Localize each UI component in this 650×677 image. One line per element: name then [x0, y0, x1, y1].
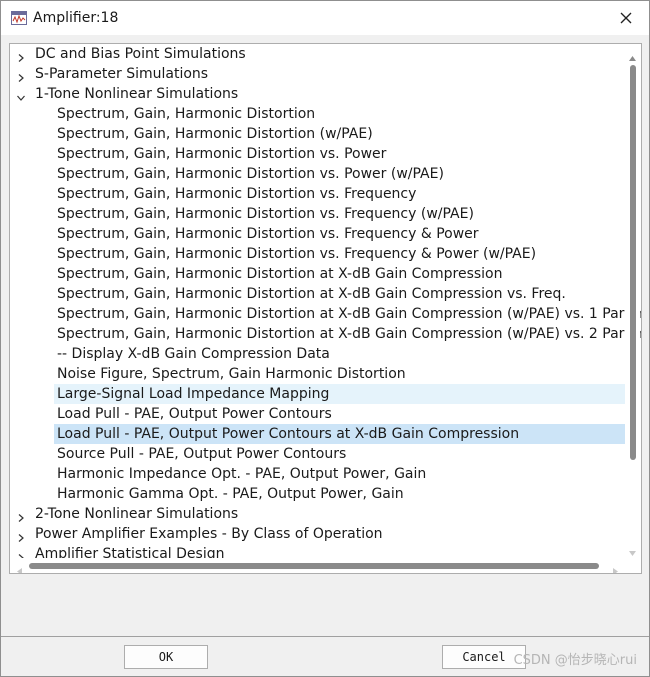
horizontal-scrollbar[interactable]	[11, 558, 624, 573]
ok-button[interactable]: OK	[124, 645, 208, 669]
tree-item-label: Spectrum, Gain, Harmonic Distortion vs. …	[57, 206, 474, 222]
tree-item[interactable]: Spectrum, Gain, Harmonic Distortion vs. …	[54, 224, 629, 244]
tree-item[interactable]: Source Pull - PAE, Output Power Contours	[54, 444, 629, 464]
close-button[interactable]	[613, 5, 639, 31]
tree-item-label: Spectrum, Gain, Harmonic Distortion at X…	[57, 306, 642, 322]
vertical-scroll-thumb[interactable]	[630, 65, 636, 460]
tree-item-label: Power Amplifier Examples - By Class of O…	[35, 526, 383, 542]
chevron-right-icon[interactable]	[16, 69, 26, 82]
tree-item[interactable]: Spectrum, Gain, Harmonic Distortion at X…	[54, 264, 629, 284]
tree-item-label: Spectrum, Gain, Harmonic Distortion at X…	[57, 326, 642, 342]
tree-item-label: -- Display X-dB Gain Compression Data	[57, 346, 330, 362]
tree-item[interactable]: Spectrum, Gain, Harmonic Distortion vs. …	[54, 144, 629, 164]
tree-item-label: 2-Tone Nonlinear Simulations	[35, 506, 239, 522]
tree-item[interactable]: Spectrum, Gain, Harmonic Distortion at X…	[54, 284, 629, 304]
tree-item-label: Spectrum, Gain, Harmonic Distortion vs. …	[57, 146, 387, 162]
horizontal-scroll-thumb[interactable]	[29, 563, 599, 569]
tree-item-label: Spectrum, Gain, Harmonic Distortion	[57, 106, 316, 122]
chevron-right-icon[interactable]	[16, 509, 26, 522]
tree-item[interactable]: Load Pull - PAE, Output Power Contours a…	[54, 424, 629, 444]
chevron-down-icon[interactable]	[16, 89, 26, 101]
scroll-up-arrow-icon[interactable]	[628, 48, 637, 61]
scroll-down-arrow-icon[interactable]	[628, 543, 637, 556]
tree-item[interactable]: Load Pull - PAE, Output Power Contours	[54, 404, 629, 424]
close-icon	[620, 9, 632, 28]
template-tree[interactable]: DC and Bias Point Simulations S-Parameter…	[9, 43, 642, 574]
tree-item[interactable]: Harmonic Gamma Opt. - PAE, Output Power,…	[54, 484, 629, 504]
chevron-right-icon[interactable]	[16, 49, 26, 62]
tree-item[interactable]: S-Parameter Simulations	[11, 64, 630, 84]
tree-item-label: Noise Figure, Spectrum, Gain Harmonic Di…	[57, 366, 406, 382]
tree-item[interactable]: Spectrum, Gain, Harmonic Distortion vs. …	[54, 184, 629, 204]
footer-divider	[1, 636, 649, 637]
tree-item-label: Spectrum, Gain, Harmonic Distortion vs. …	[57, 166, 444, 182]
tree-item[interactable]: Noise Figure, Spectrum, Gain Harmonic Di…	[54, 364, 629, 384]
title-bar: Amplifier:18	[1, 1, 649, 35]
tree-item-label: Load Pull - PAE, Output Power Contours a…	[57, 426, 520, 442]
tree-item-label: Spectrum, Gain, Harmonic Distortion vs. …	[57, 186, 417, 202]
tree-item[interactable]: DC and Bias Point Simulations	[11, 44, 630, 64]
tree-item[interactable]: 1-Tone Nonlinear Simulations	[11, 84, 630, 104]
tree-item-label: Spectrum, Gain, Harmonic Distortion vs. …	[57, 246, 537, 262]
waveform-app-icon	[11, 11, 27, 25]
tree-item-label: S-Parameter Simulations	[35, 66, 209, 82]
tree-item[interactable]: Spectrum, Gain, Harmonic Distortion vs. …	[54, 204, 629, 224]
tree-item-label: Source Pull - PAE, Output Power Contours	[57, 446, 347, 462]
tree-item[interactable]: Spectrum, Gain, Harmonic Distortion	[54, 104, 629, 124]
tree-item[interactable]: Spectrum, Gain, Harmonic Distortion (w/P…	[54, 124, 629, 144]
tree-item[interactable]: Large-Signal Load Impedance Mapping	[54, 384, 629, 404]
tree-item-label: Load Pull - PAE, Output Power Contours	[57, 406, 332, 422]
tree-item[interactable]: Spectrum, Gain, Harmonic Distortion at X…	[54, 304, 641, 324]
tree-item[interactable]: Spectrum, Gain, Harmonic Distortion vs. …	[54, 164, 629, 184]
tree-item-label: Harmonic Impedance Opt. - PAE, Output Po…	[57, 466, 427, 482]
vertical-scrollbar[interactable]	[625, 45, 640, 556]
tree-item-label: Large-Signal Load Impedance Mapping	[57, 386, 330, 402]
tree-item-label: Spectrum, Gain, Harmonic Distortion (w/P…	[57, 126, 373, 142]
tree-item[interactable]: -- Display X-dB Gain Compression Data	[54, 344, 629, 364]
tree-item-label: Spectrum, Gain, Harmonic Distortion at X…	[57, 286, 566, 302]
watermark: CSDN @怡步晓心rui	[513, 653, 637, 668]
tree-item-label: Spectrum, Gain, Harmonic Distortion vs. …	[57, 226, 479, 242]
chevron-right-icon[interactable]	[16, 529, 26, 542]
scroll-right-arrow-icon[interactable]	[611, 561, 620, 573]
amplifier-dialog: Amplifier:18 DC and Bias Point Simulatio…	[0, 0, 650, 677]
tree-item[interactable]: Harmonic Impedance Opt. - PAE, Output Po…	[54, 464, 629, 484]
scroll-left-arrow-icon[interactable]	[15, 561, 24, 573]
tree-item[interactable]: 2-Tone Nonlinear Simulations	[11, 504, 630, 524]
tree-item[interactable]: Spectrum, Gain, Harmonic Distortion at X…	[54, 324, 641, 344]
tree-item-label: DC and Bias Point Simulations	[35, 46, 246, 62]
window-title: Amplifier:18	[33, 10, 119, 26]
tree-item[interactable]: Power Amplifier Examples - By Class of O…	[11, 524, 630, 544]
tree-item-label: Harmonic Gamma Opt. - PAE, Output Power,…	[57, 486, 404, 502]
tree-item[interactable]: Spectrum, Gain, Harmonic Distortion vs. …	[54, 244, 629, 264]
tree-item-label: Spectrum, Gain, Harmonic Distortion at X…	[57, 266, 503, 282]
tree-item-label: 1-Tone Nonlinear Simulations	[35, 86, 239, 102]
